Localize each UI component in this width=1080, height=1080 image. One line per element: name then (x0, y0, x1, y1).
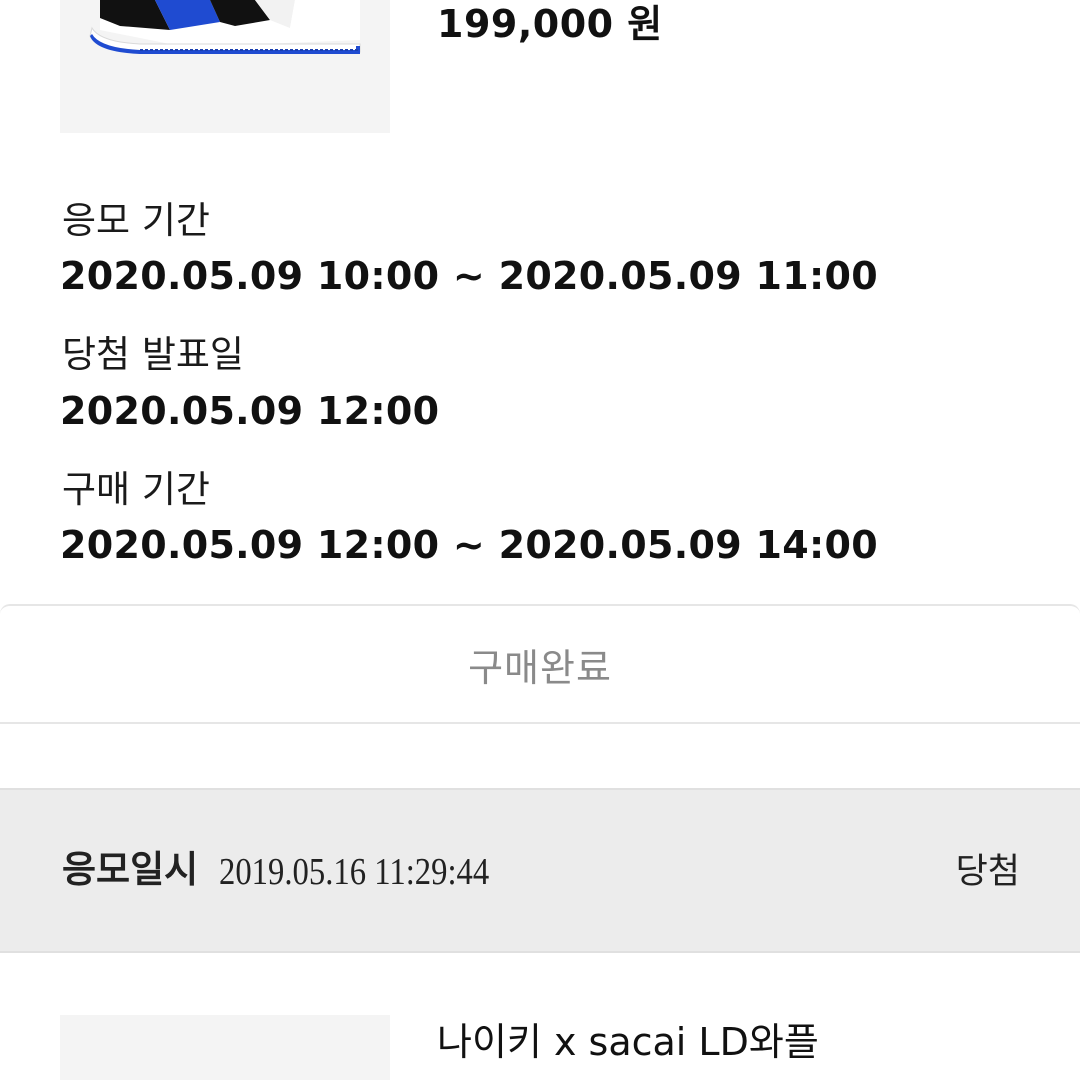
page: 199,000 원 응모 기간 2020.05.09 10:00 ~ 2020.… (0, 0, 1080, 1080)
product-card[interactable]: 199,000 원 응모 기간 2020.05.09 10:00 ~ 2020.… (0, 0, 1080, 600)
entry-datetime-label: 응모일시 (62, 848, 199, 891)
next-product-name[interactable]: 나이키 x sacai LD와플 (437, 1018, 819, 1066)
entry-period-value: 2020.05.09 10:00 ~ 2020.05.09 11:00 (60, 254, 878, 298)
purchase-complete-label: 구매완료 (468, 645, 612, 690)
winner-announcement-label: 당첨 발표일 (62, 333, 244, 376)
purchase-complete-button[interactable]: 구매완료 (0, 604, 1080, 724)
sneaker-image (89, 0, 361, 54)
next-product-thumbnail[interactable] (60, 1015, 390, 1080)
winner-announcement-value: 2020.05.09 12:00 (60, 389, 440, 433)
entry-status-badge: 당첨 (955, 852, 1020, 892)
purchase-period-value: 2020.05.09 12:00 ~ 2020.05.09 14:00 (60, 523, 878, 567)
purchase-period-label: 구매 기간 (62, 468, 210, 511)
product-thumbnail[interactable] (60, 0, 390, 133)
entry-period-label: 응모 기간 (62, 199, 210, 242)
entry-info-header: 응모일시 2019.05.16 11:29:44 당첨 (0, 788, 1080, 953)
entry-datetime-value: 2019.05.16 11:29:44 (219, 851, 490, 893)
product-price: 199,000 원 (437, 2, 663, 46)
